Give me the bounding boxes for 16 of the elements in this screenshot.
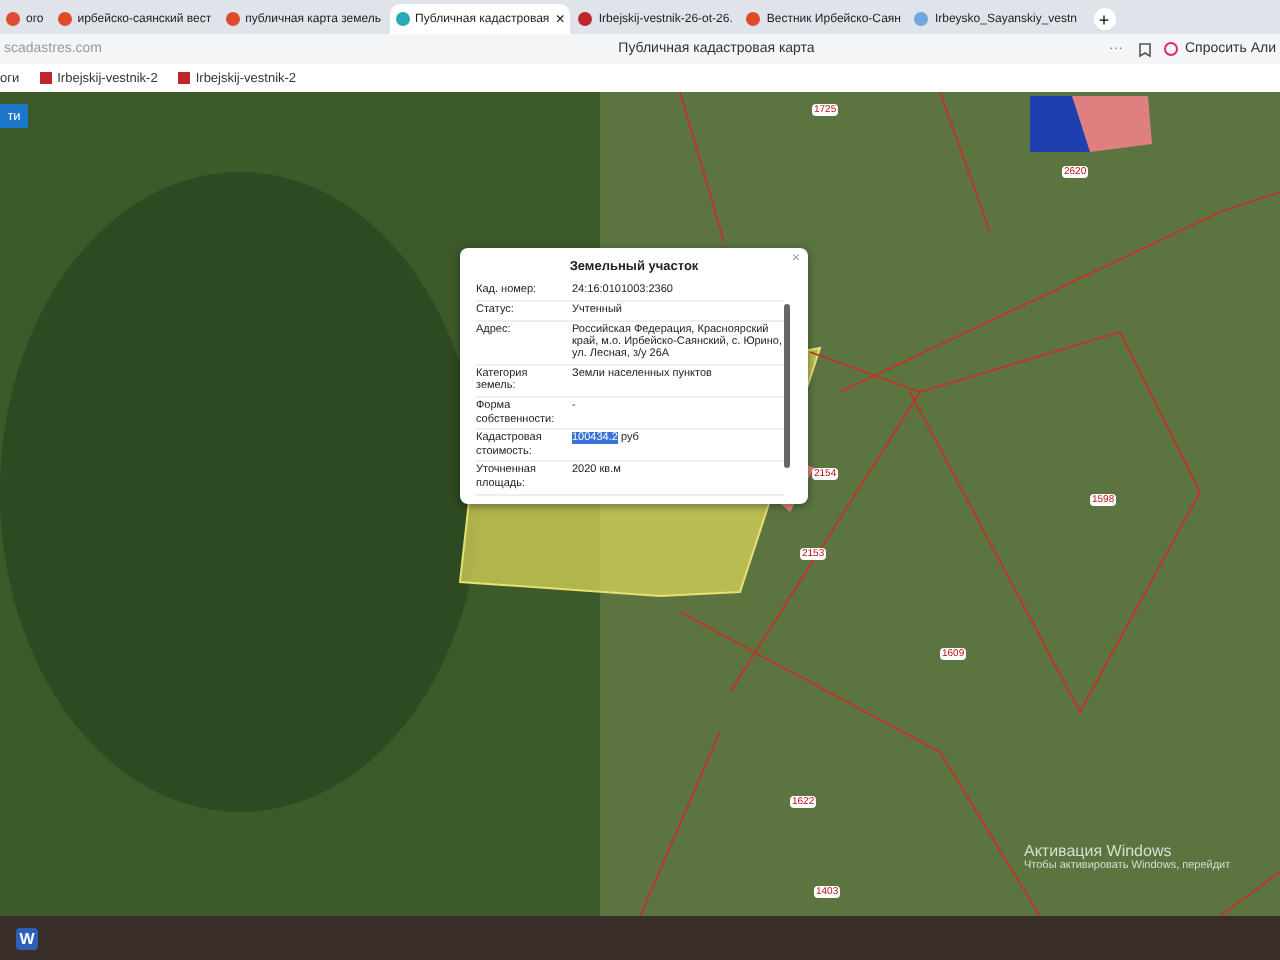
parcel-boundary-line (1219, 871, 1280, 916)
tab-favicon-icon (578, 12, 593, 26)
activation-title: Активация Windows (1024, 842, 1174, 860)
tab-favicon-icon (914, 12, 929, 26)
word-app-icon[interactable]: W (16, 927, 38, 949)
bookmark-icon[interactable] (1138, 41, 1153, 57)
scrollbar-thumb[interactable] (784, 304, 790, 468)
tab-favicon-icon (746, 12, 761, 26)
satellite-map[interactable] (0, 92, 1280, 916)
tab-favicon-icon (225, 12, 240, 26)
tab-favicon-icon (395, 12, 410, 26)
close-tab-button[interactable]: × (555, 10, 565, 28)
tab-favicon-icon (57, 12, 72, 26)
tab-favicon-icon (6, 12, 20, 26)
building-drawing (1030, 96, 1152, 152)
new-tab-button[interactable]: + (1093, 8, 1116, 30)
